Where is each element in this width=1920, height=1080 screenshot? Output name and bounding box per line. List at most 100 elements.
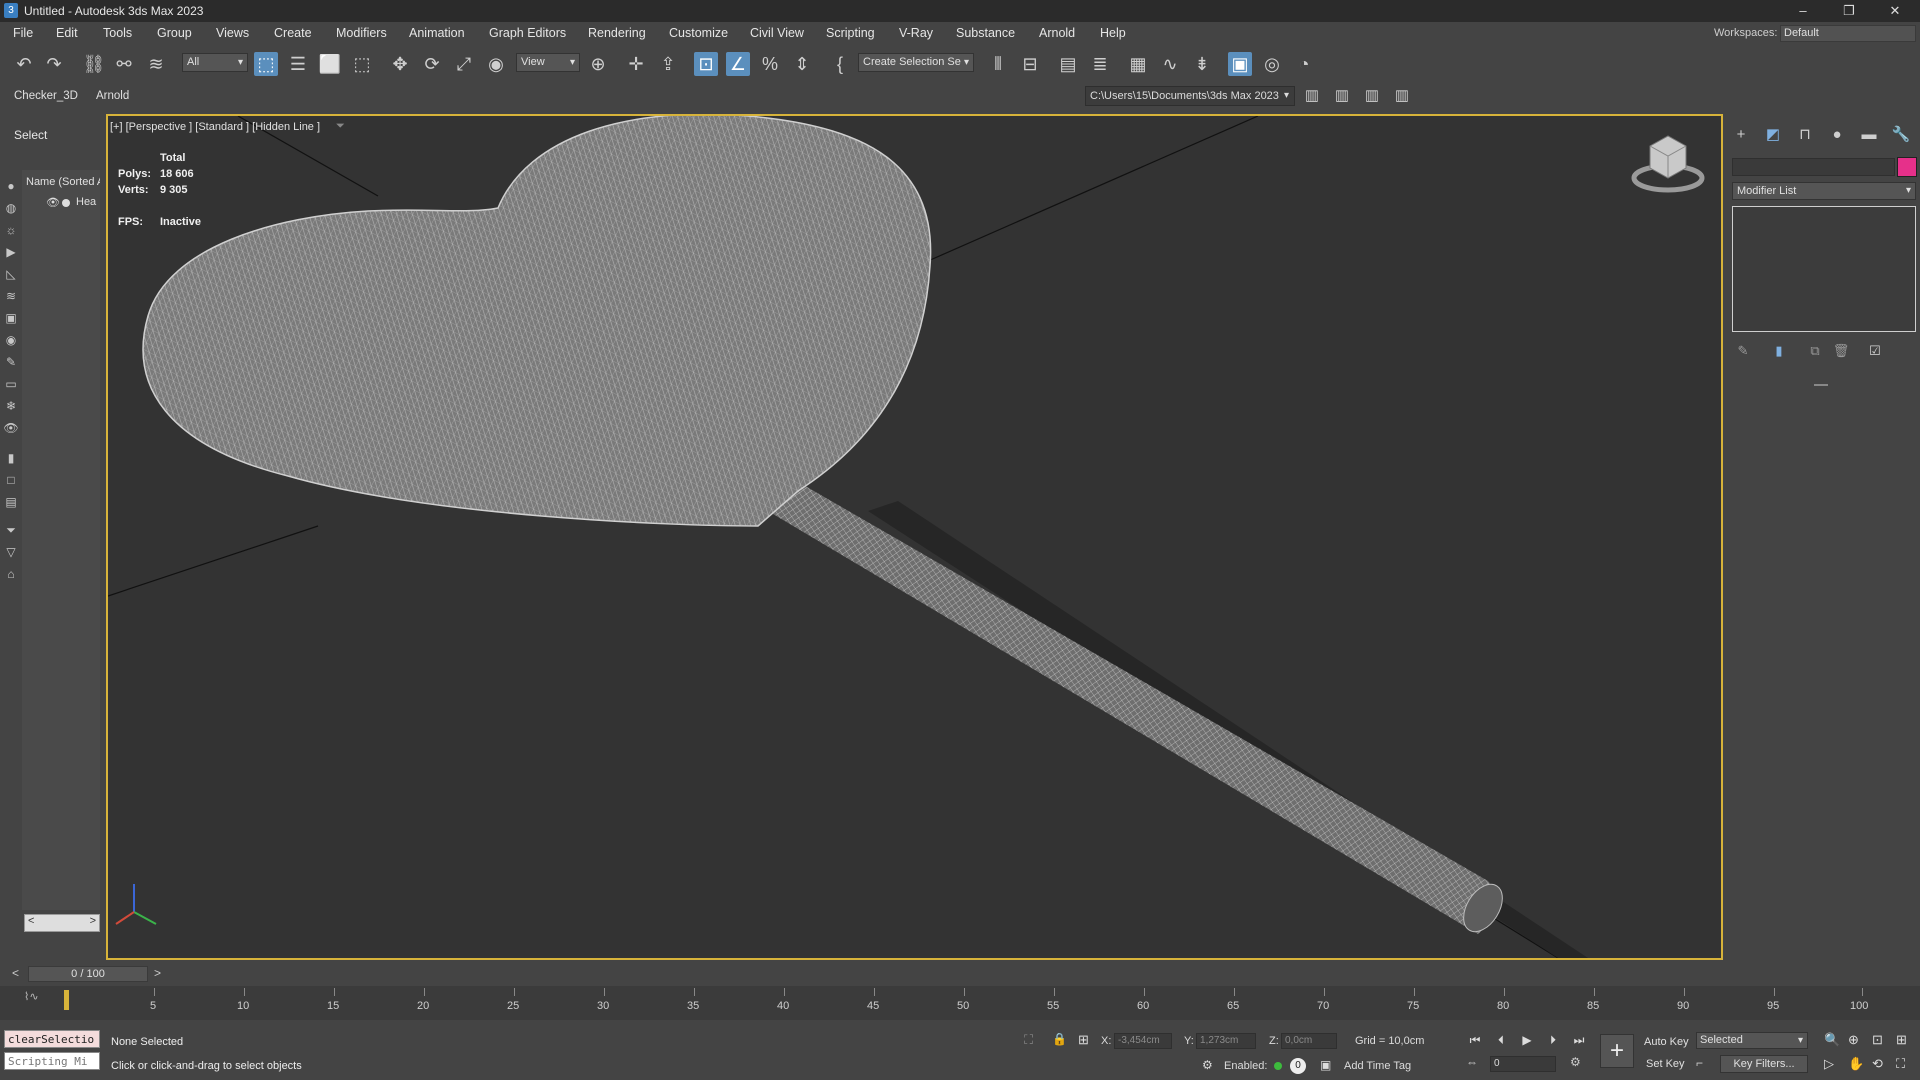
utilities-tab-icon[interactable]: 🔧 [1890, 124, 1912, 146]
maxscript-mini-listener-input[interactable]: Scripting Mi [4, 1052, 100, 1070]
menu-views[interactable]: Views [216, 26, 249, 40]
menu-civil-view[interactable]: Civil View [750, 26, 804, 40]
angle-snap-icon[interactable]: ∠ [726, 52, 750, 76]
menu-customize[interactable]: Customize [669, 26, 728, 40]
perspective-viewport[interactable] [106, 114, 1723, 960]
object-color-swatch[interactable] [1897, 157, 1917, 177]
time-slider[interactable]: 0 / 100 [28, 966, 148, 982]
funnel-icon[interactable]: ▽ [3, 544, 19, 560]
unlink-icon[interactable]: ⚯ [112, 52, 136, 76]
menu-create[interactable]: Create [274, 26, 312, 40]
select-object-icon[interactable]: ⬚ [254, 52, 278, 76]
selection-filter-dropdown[interactable]: All [182, 53, 248, 72]
redo-icon[interactable]: ↷ [42, 52, 66, 76]
visibility-eye-icon[interactable]: 👁 [46, 196, 60, 209]
display-geometry-icon[interactable]: ● [3, 178, 19, 194]
spinner-snap-icon[interactable]: ⇕ [790, 52, 814, 76]
percent-snap-icon[interactable]: % [758, 52, 782, 76]
orbit-icon[interactable]: ⟲ [1872, 1056, 1883, 1072]
menu-group[interactable]: Group [157, 26, 192, 40]
display-tab-icon[interactable]: ▬ [1858, 124, 1880, 146]
x-coord-field[interactable]: -3,454cm [1114, 1033, 1172, 1049]
render-setup-icon[interactable]: ◎ [1260, 52, 1284, 76]
zoom-extents-icon[interactable]: ⊡ [1872, 1032, 1883, 1048]
mirror-icon[interactable]: ⫴ [986, 52, 1010, 76]
container-icon[interactable]: ⌂ [3, 566, 19, 582]
set-project-icon[interactable]: ▥ [1330, 84, 1354, 108]
project-settings-icon[interactable]: ▥ [1390, 84, 1414, 108]
default-tangents-icon[interactable]: ⌐ [1696, 1056, 1703, 1070]
layer-explorer-icon[interactable]: ≣ [1088, 52, 1112, 76]
scene-explorer-select-label[interactable]: Select [14, 128, 47, 142]
adaptive-degradation-icon[interactable]: ⚙ [1202, 1058, 1213, 1072]
key-mode-icon[interactable]: ⇔ [1466, 1055, 1478, 1069]
zoom-icon[interactable]: 🔍 [1824, 1032, 1840, 1048]
select-manipulate-icon[interactable]: ✛ [624, 52, 648, 76]
current-frame-field[interactable]: 0 [1490, 1056, 1556, 1072]
link-icon[interactable]: ⛓ [82, 52, 106, 76]
time-configuration-icon[interactable]: ⚙ [1570, 1055, 1581, 1069]
zoom-extents-all-icon[interactable]: ⊞ [1896, 1032, 1907, 1048]
remove-modifier-icon[interactable]: 🗑 [1832, 342, 1850, 360]
add-time-tag-button[interactable]: Add Time Tag [1344, 1060, 1411, 1072]
viewport-label-menu[interactable]: [+] [Perspective ] [Standard ] [Hidden L… [110, 121, 320, 133]
display-cameras-icon[interactable]: ▶ [3, 244, 19, 260]
rectangular-selection-icon[interactable]: ⬜ [318, 52, 342, 76]
modifier-list-dropdown[interactable]: Modifier List [1732, 182, 1916, 200]
display-xrefs-icon[interactable]: ◉ [3, 332, 19, 348]
show-end-result-icon[interactable]: ▮ [1770, 342, 1788, 360]
isolate-selection-icon[interactable]: ⛶ [1024, 1032, 1033, 1048]
set-key-big-icon[interactable]: + [1600, 1034, 1634, 1068]
scene-list-scrollbar[interactable]: < > [24, 914, 100, 932]
scroll-right-icon[interactable]: > [90, 915, 96, 927]
go-to-end-icon[interactable]: ⏭ [1570, 1032, 1588, 1048]
time-tag-icon[interactable]: ▣ [1320, 1058, 1331, 1072]
select-by-name-icon[interactable]: ☰ [286, 52, 310, 76]
menu-arnold[interactable]: Arnold [1039, 26, 1075, 40]
window-crossing-icon[interactable]: ⬚ [350, 52, 374, 76]
display-shapes-icon[interactable]: ◍ [3, 200, 19, 216]
scene-explorer-icon[interactable]: ▤ [1056, 52, 1080, 76]
panel-splitter[interactable] [1814, 384, 1828, 386]
menu-tools[interactable]: Tools [103, 26, 132, 40]
bind-space-warp-icon[interactable]: ≋ [144, 52, 168, 76]
display-containers-icon[interactable]: ▭ [3, 376, 19, 392]
named-selection-dropdown[interactable]: Create Selection Se [858, 53, 974, 72]
workspaces-dropdown[interactable]: Default [1780, 25, 1916, 42]
restore-button[interactable]: ❐ [1826, 0, 1872, 22]
place-icon[interactable]: ◉ [484, 52, 508, 76]
play-icon[interactable]: ▶ [1518, 1032, 1536, 1048]
snaps-toggle-icon[interactable]: ⊡ [694, 52, 718, 76]
rotate-icon[interactable]: ⟳ [420, 52, 444, 76]
pan-view-icon[interactable]: ✋ [1848, 1056, 1864, 1072]
time-config-icon[interactable]: 0 [1290, 1058, 1306, 1074]
curve-editor-icon[interactable]: ∿ [1158, 52, 1182, 76]
object-name-field[interactable] [1732, 158, 1895, 176]
configure-modifier-sets-icon[interactable]: ☑ [1866, 342, 1884, 360]
close-button[interactable]: ✕ [1872, 0, 1918, 22]
display-frozen-icon[interactable]: ❄ [3, 398, 19, 414]
maxscript-listener-output[interactable]: clearSelectio [4, 1030, 100, 1048]
ribbon-tab-checker[interactable]: Checker_3D [14, 90, 78, 102]
pin-stack-icon[interactable]: ✎ [1734, 342, 1752, 360]
reference-coordinate-dropdown[interactable]: View [516, 53, 580, 72]
time-next-icon[interactable]: > [154, 966, 161, 980]
menu-vray[interactable]: V-Ray [899, 26, 933, 40]
display-all-icon[interactable]: ▮ [3, 450, 19, 466]
align-icon[interactable]: ⊟ [1018, 52, 1042, 76]
project-folder-icon[interactable]: ▥ [1300, 84, 1324, 108]
edit-named-selection-icon[interactable]: { [828, 52, 852, 76]
scale-icon[interactable]: ⤢ [452, 52, 476, 76]
zoom-all-icon[interactable]: ⊕ [1848, 1032, 1859, 1048]
time-prev-icon[interactable]: < [12, 966, 19, 980]
display-lights-icon[interactable]: ☼ [3, 222, 19, 238]
y-coord-field[interactable]: 1,273cm [1196, 1033, 1256, 1049]
display-hidden-icon[interactable]: 👁 [3, 420, 19, 436]
scene-list-header[interactable]: Name (Sorted A [26, 176, 100, 188]
go-to-start-icon[interactable]: ⏮ [1466, 1032, 1484, 1048]
hierarchy-tab-icon[interactable]: ⊓ [1794, 124, 1816, 146]
menu-animation[interactable]: Animation [409, 26, 465, 40]
schematic-view-icon[interactable]: ⇟ [1190, 52, 1214, 76]
motion-tab-icon[interactable]: ● [1826, 124, 1848, 146]
pivot-center-icon[interactable]: ⊕ [586, 52, 610, 76]
